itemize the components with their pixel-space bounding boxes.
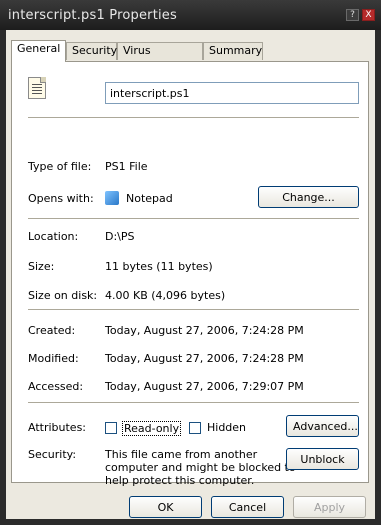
script-file-icon — [28, 77, 46, 99]
modified-value: Today, August 27, 2006, 7:24:28 PM — [105, 352, 304, 365]
security-label: Security: — [28, 448, 77, 461]
opens-with-value: Notepad — [126, 192, 173, 205]
help-button[interactable]: ? — [346, 9, 359, 21]
separator — [28, 218, 359, 220]
read-only-label[interactable]: Read-only — [122, 421, 182, 436]
security-text-line-3: help protect this computer. — [105, 474, 255, 487]
separator — [28, 309, 359, 311]
created-value: Today, August 27, 2006, 7:24:28 PM — [105, 324, 304, 337]
dialog-body: General Security Virus Property Summary … — [6, 30, 375, 519]
cancel-button[interactable]: Cancel — [211, 496, 284, 518]
hidden-checkbox[interactable] — [189, 422, 201, 434]
tab-strip: General Security Virus Property Summary — [11, 40, 371, 73]
type-of-file-value: PS1 File — [105, 160, 148, 173]
accessed-label: Accessed: — [28, 380, 84, 393]
title-bar[interactable]: interscript.ps1 Properties ? X — [0, 0, 381, 30]
close-button[interactable]: X — [362, 9, 375, 21]
change-button[interactable]: Change... — [258, 186, 359, 208]
hidden-label[interactable]: Hidden — [207, 421, 246, 434]
general-panel: Type of file: PS1 File Opens with: Notep… — [11, 61, 369, 487]
tab-virus-property[interactable]: Virus Property — [117, 42, 203, 73]
security-text-line-2: computer and might be blocked to — [105, 461, 296, 474]
opens-with-label: Opens with: — [28, 192, 94, 205]
size-label: Size: — [28, 260, 55, 273]
apply-button[interactable]: Apply — [293, 496, 366, 518]
accessed-value: Today, August 27, 2006, 7:29:07 PM — [105, 380, 304, 393]
tab-general[interactable]: General — [11, 40, 66, 62]
separator — [28, 117, 359, 119]
size-value: 11 bytes (11 bytes) — [105, 260, 213, 273]
security-text-line-1: This file came from another — [105, 448, 258, 461]
notepad-icon — [105, 191, 119, 205]
properties-window: interscript.ps1 Properties ? X General S… — [0, 0, 381, 525]
attributes-label: Attributes: — [28, 421, 87, 434]
size-on-disk-value: 4.00 KB (4,096 bytes) — [105, 289, 226, 302]
modified-label: Modified: — [28, 352, 79, 365]
type-of-file-label: Type of file: — [28, 160, 92, 173]
read-only-checkbox[interactable] — [105, 422, 117, 434]
created-label: Created: — [28, 324, 76, 337]
location-value: D:\PS — [105, 230, 135, 243]
file-name-input[interactable] — [105, 82, 359, 104]
ok-button[interactable]: OK — [129, 496, 202, 518]
window-title: interscript.ps1 Properties — [8, 8, 177, 23]
tab-security[interactable]: Security — [66, 42, 117, 60]
location-label: Location: — [28, 230, 79, 243]
tab-summary[interactable]: Summary — [203, 42, 263, 60]
advanced-button[interactable]: Advanced... — [286, 415, 359, 437]
size-on-disk-label: Size on disk: — [28, 289, 98, 302]
unblock-button[interactable]: Unblock — [286, 448, 359, 470]
separator — [28, 402, 359, 404]
